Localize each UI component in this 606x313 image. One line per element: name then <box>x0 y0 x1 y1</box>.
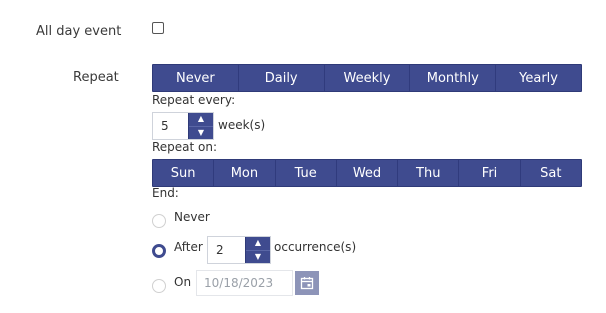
end-after-label: After <box>174 240 203 254</box>
end-never-radio[interactable] <box>152 214 166 228</box>
repeat-on-label: Repeat on: <box>152 140 218 154</box>
repeat-frequency-group: Never Daily Weekly Monthly Yearly <box>152 64 582 92</box>
end-on-date-value: 10/18/2023 <box>204 276 274 290</box>
chevron-down-icon[interactable]: ▼ <box>246 251 270 264</box>
end-after-unit: occurrence(s) <box>274 240 357 254</box>
repeat-option-monthly[interactable]: Monthly <box>409 65 495 91</box>
chevron-up-icon[interactable]: ▲ <box>189 113 213 127</box>
repeat-label: Repeat <box>73 70 119 85</box>
repeat-option-yearly[interactable]: Yearly <box>495 65 581 91</box>
day-mon[interactable]: Mon <box>213 160 274 186</box>
end-after-radio[interactable] <box>152 244 166 258</box>
repeat-every-stepper[interactable]: 5 ▲ ▼ <box>152 112 214 140</box>
chevron-up-icon[interactable]: ▲ <box>246 237 270 251</box>
chevron-down-icon[interactable]: ▼ <box>189 127 213 140</box>
end-on-date-field[interactable]: 10/18/2023 <box>196 270 293 296</box>
end-label: End: <box>152 186 179 200</box>
repeat-on-days-group: Sun Mon Tue Wed Thu Fri Sat <box>152 159 582 187</box>
calendar-icon <box>300 277 314 290</box>
all-day-label: All day event <box>36 24 122 39</box>
repeat-option-weekly[interactable]: Weekly <box>323 65 410 91</box>
day-sat[interactable]: Sat <box>519 160 581 186</box>
repeat-every-unit: week(s) <box>218 118 266 132</box>
all-day-checkbox[interactable] <box>152 22 164 34</box>
day-fri[interactable]: Fri <box>458 160 519 186</box>
end-after-stepper[interactable]: 2 ▲ ▼ <box>207 236 271 264</box>
repeat-every-value[interactable]: 5 <box>153 119 188 133</box>
repeat-every-label: Repeat every: <box>152 93 236 107</box>
end-on-label: On <box>174 275 192 289</box>
day-thu[interactable]: Thu <box>397 160 458 186</box>
repeat-option-never[interactable]: Never <box>153 65 238 91</box>
calendar-button[interactable] <box>295 271 319 295</box>
day-sun[interactable]: Sun <box>153 160 213 186</box>
day-tue[interactable]: Tue <box>274 160 336 186</box>
end-after-value[interactable]: 2 <box>208 243 245 257</box>
repeat-option-daily[interactable]: Daily <box>237 65 324 91</box>
end-on-radio[interactable] <box>152 279 166 293</box>
end-never-label: Never <box>174 210 210 224</box>
day-wed[interactable]: Wed <box>335 160 397 186</box>
